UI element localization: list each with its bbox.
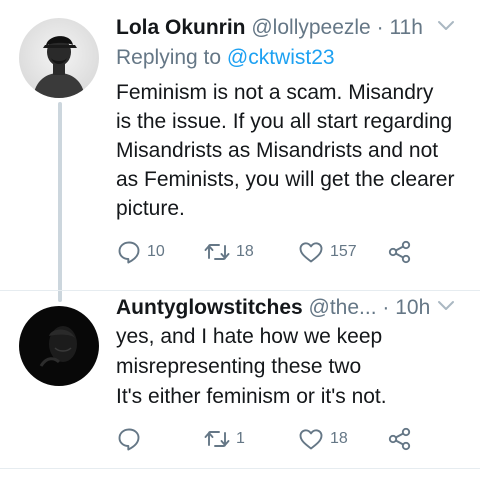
retweet-button[interactable]: 18 [203,238,254,266]
heart-outline-icon [299,242,323,263]
avatar-photo-icon [19,18,99,98]
share-button[interactable] [386,425,414,453]
bottom-divider [0,468,480,469]
avatar[interactable] [19,18,99,98]
tweet-content: Auntyglowstitches @the... · 10h yes, and… [116,294,460,412]
tweet-text: yes, and I hate how we keep misrepresent… [116,325,387,408]
reply-button[interactable] [116,425,147,453]
heart-outline-icon [299,429,323,450]
speech-bubble-icon [118,241,140,264]
thread-connector-line [58,102,62,302]
tweet-actions: 1 18 [116,425,416,453]
timestamp[interactable]: 10h [395,296,430,319]
share-button[interactable] [386,238,414,266]
retweet-count: 1 [236,430,245,447]
chevron-down-icon[interactable] [436,299,456,313]
chevron-down-icon[interactable] [436,19,456,33]
share-nodes-icon [388,240,411,264]
replying-to-label: Replying to [116,46,222,69]
reply-button[interactable]: 10 [116,238,165,266]
tweet-lola-okunrin[interactable]: Lola Okunrin @lollypeezle · 11h Replying… [0,0,480,302]
speech-bubble-icon [118,428,140,451]
avatar[interactable] [19,306,99,386]
reply-count: 10 [147,243,165,260]
like-count: 157 [330,243,357,260]
author-handle[interactable]: @the... [309,296,377,319]
retweet-count: 18 [236,243,254,260]
tweet-text: Feminism is not a scam. Misandry is the … [116,81,455,220]
author-name[interactable]: Lola Okunrin [116,16,246,39]
replying-to-line: Replying to @cktwist23 [116,44,460,72]
share-nodes-icon [388,427,411,451]
retweet-arrows-icon [204,244,230,260]
reply-mention-link[interactable]: @cktwist23 [227,46,335,69]
like-count: 18 [330,430,348,447]
author-handle[interactable]: @lollypeezle [251,16,370,39]
author-name[interactable]: Auntyglowstitches [116,296,303,319]
tweet-content: Lola Okunrin @lollypeezle · 11h Replying… [116,14,460,223]
separator-dot: · [376,16,384,39]
like-button[interactable]: 157 [297,238,357,266]
tweet-auntyglowstitches[interactable]: Auntyglowstitches @the... · 10h yes, and… [0,290,480,466]
like-button[interactable]: 18 [297,425,348,453]
tweet-header: Lola Okunrin @lollypeezle · 11h [116,14,460,42]
tweet-header: Auntyglowstitches @the... · 10h [116,294,460,322]
tweet-actions: 10 18 157 [116,238,416,266]
separator-dot: · [382,296,390,319]
avatar-photo-icon [19,306,99,386]
timestamp[interactable]: 11h [389,16,422,39]
retweet-button[interactable]: 1 [203,425,245,453]
retweet-arrows-icon [204,431,230,447]
